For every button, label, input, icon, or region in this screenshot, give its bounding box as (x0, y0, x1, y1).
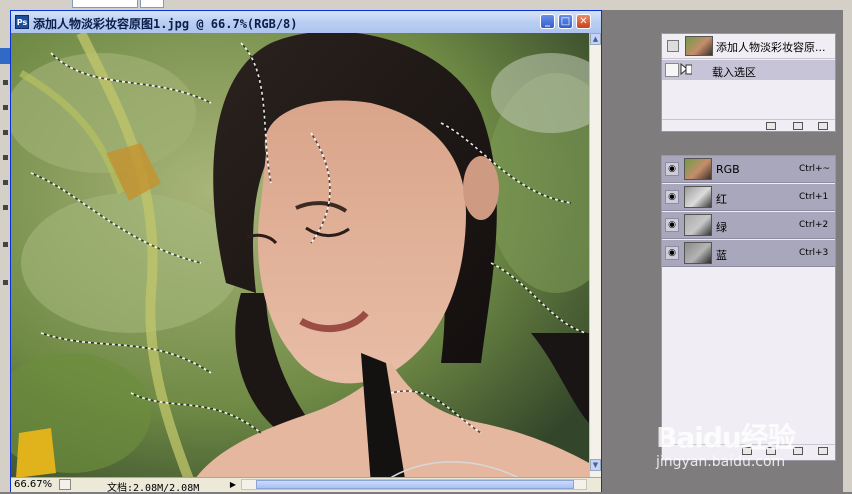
document-title: 添加人物淡彩妆容原图1.jpg @ 66.7%(RGB/8) (33, 17, 298, 31)
watermark: Baidu经验 jingyan.baidu.com (652, 402, 842, 482)
channel-shortcut: Ctrl+3 (799, 248, 829, 258)
history-brush-icon[interactable] (667, 40, 679, 52)
options-field[interactable] (72, 0, 138, 8)
scroll-up-icon[interactable]: ▲ (590, 33, 601, 45)
zoom-level[interactable]: 66.67% (14, 479, 52, 490)
channel-row-blue[interactable]: ◉ 蓝 Ctrl+3 (662, 240, 835, 267)
history-step-label: 载入选区 (712, 66, 756, 79)
channel-name: RGB (716, 163, 740, 176)
channel-name: 蓝 (716, 249, 727, 262)
watermark-url: jingyan.baidu.com (656, 454, 786, 470)
channel-thumbnail (684, 186, 712, 208)
history-step-row[interactable]: 载入选区 (662, 60, 835, 80)
channel-shortcut: Ctrl+1 (799, 192, 829, 202)
image-canvas[interactable] (11, 33, 589, 485)
channel-thumbnail (684, 158, 712, 180)
close-button[interactable]: ✕ (576, 14, 591, 29)
document-window: Ps 添加人物淡彩妆容原图1.jpg @ 66.7%(RGB/8) _ □ ✕ (10, 10, 602, 494)
channel-thumbnail (684, 242, 712, 264)
status-info-icon[interactable] (59, 479, 71, 490)
tool-icon[interactable] (3, 242, 8, 247)
vertical-scrollbar[interactable]: ▲ ▼ (589, 33, 601, 485)
watermark-logo: Baidu经验 (656, 421, 796, 454)
minimize-icon: _ (545, 16, 550, 27)
status-menu-arrow-icon[interactable]: ▶ (228, 479, 238, 490)
options-field-small[interactable] (140, 0, 164, 8)
trash-icon[interactable] (818, 122, 828, 130)
history-panel: 添加人物淡彩妆容原... 载入选区 (661, 33, 836, 132)
tool-icon[interactable] (3, 105, 8, 110)
history-checkbox[interactable] (665, 63, 679, 77)
tool-icon[interactable] (3, 80, 8, 85)
right-edge (843, 0, 852, 492)
channel-shortcut: Ctrl+2 (799, 220, 829, 230)
new-snapshot-icon[interactable] (793, 122, 803, 130)
history-step-icon (680, 63, 692, 76)
history-source-row[interactable]: 添加人物淡彩妆容原... (662, 34, 835, 59)
history-panel-footer (662, 119, 835, 132)
horizontal-scroll-thumb[interactable] (256, 480, 574, 489)
eye-icon[interactable]: ◉ (665, 162, 679, 176)
channel-name: 绿 (716, 221, 727, 234)
document-titlebar[interactable]: Ps 添加人物淡彩妆容原图1.jpg @ 66.7%(RGB/8) _ □ ✕ (11, 11, 601, 33)
active-tool[interactable] (0, 48, 10, 64)
minimize-button[interactable]: _ (540, 14, 555, 29)
tool-icon[interactable] (3, 180, 8, 185)
history-source-label: 添加人物淡彩妆容原... (716, 41, 826, 54)
new-document-icon[interactable] (766, 122, 776, 130)
eye-icon[interactable]: ◉ (665, 246, 679, 260)
channel-row-green[interactable]: ◉ 绿 Ctrl+2 (662, 212, 835, 239)
restore-button[interactable]: □ (558, 14, 573, 29)
photoshop-doc-icon: Ps (15, 15, 29, 29)
channel-row-rgb[interactable]: ◉ RGB Ctrl+~ (662, 156, 835, 183)
restore-icon: □ (560, 16, 571, 27)
eye-icon[interactable]: ◉ (665, 190, 679, 204)
tool-icon[interactable] (3, 130, 8, 135)
scroll-down-icon[interactable]: ▼ (590, 459, 601, 471)
options-bar (0, 0, 852, 10)
tool-icon[interactable] (3, 280, 8, 285)
channel-shortcut: Ctrl+~ (799, 164, 831, 174)
photo-of-woman (11, 33, 589, 485)
tool-icon[interactable] (3, 205, 8, 210)
tool-icon[interactable] (3, 155, 8, 160)
horizontal-scrollbar[interactable] (241, 479, 587, 490)
history-snapshot-thumbnail (685, 36, 713, 56)
channel-row-red[interactable]: ◉ 红 Ctrl+1 (662, 184, 835, 211)
channel-thumbnail (684, 214, 712, 236)
close-icon: ✕ (579, 16, 588, 27)
eye-icon[interactable]: ◉ (665, 218, 679, 232)
status-bar: 66.67% 文档:2.08M/2.08M ▶ (11, 477, 601, 494)
channel-name: 红 (716, 193, 727, 206)
